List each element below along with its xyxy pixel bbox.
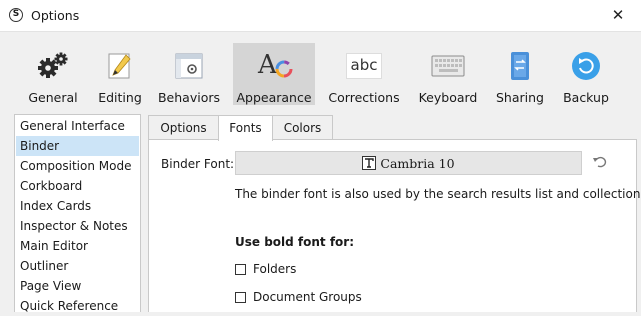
sidebar-item-corkboard[interactable]: Corkboard bbox=[16, 176, 139, 196]
toolbar-general-button[interactable]: General bbox=[24, 43, 82, 105]
binder-font-label: Binder Font: bbox=[161, 157, 235, 171]
abc-icon: abc bbox=[346, 50, 382, 82]
tab-options[interactable]: Options bbox=[148, 115, 219, 139]
pencil-icon bbox=[106, 50, 134, 82]
binder-font-value: Cambria 10 bbox=[380, 155, 455, 171]
toolbar-label: Corrections bbox=[328, 90, 400, 105]
toolbar-behaviors-button[interactable]: Behaviors bbox=[157, 43, 221, 105]
sidebar-item-quick-reference[interactable]: Quick Reference bbox=[16, 296, 139, 316]
toolbar-label: Sharing bbox=[496, 90, 544, 105]
toolbar-keyboard-button[interactable]: Keyboard bbox=[417, 43, 479, 105]
sidebar-item-general-interface[interactable]: General Interface bbox=[16, 116, 139, 136]
folders-label: Folders bbox=[253, 262, 297, 276]
document-groups-option[interactable]: Document Groups bbox=[235, 290, 362, 304]
sidebar-item-inspector-notes[interactable]: Inspector & Notes bbox=[16, 216, 139, 236]
binder-font-picker[interactable]: Cambria 10 bbox=[235, 151, 582, 175]
toolbar-editing-button[interactable]: Editing bbox=[95, 43, 145, 105]
title-bar: S Options ✕ bbox=[0, 0, 641, 32]
sidebar-item-composition-mode[interactable]: Composition Mode bbox=[16, 156, 139, 176]
document-groups-checkbox[interactable] bbox=[235, 291, 246, 303]
toolbar-corrections-button[interactable]: abc Corrections bbox=[328, 43, 400, 105]
toolbar-label: General bbox=[28, 90, 78, 105]
options-toolbar: General Editing Behaviors A Appearance a… bbox=[0, 32, 641, 108]
sidebar-item-outliner[interactable]: Outliner bbox=[16, 256, 139, 276]
bold-font-heading: Use bold font for: bbox=[235, 235, 355, 249]
font-icon bbox=[362, 156, 377, 170]
sidebar-item-index-cards[interactable]: Index Cards bbox=[16, 196, 139, 216]
tab-fonts[interactable]: Fonts bbox=[218, 115, 273, 141]
close-button[interactable]: ✕ bbox=[595, 0, 641, 31]
gears-icon bbox=[36, 50, 70, 82]
toolbar-label: Backup bbox=[563, 90, 609, 105]
window-title: Options bbox=[31, 8, 80, 23]
toolbar-label: Appearance bbox=[236, 90, 312, 105]
toolbar-sharing-button[interactable]: Sharing bbox=[494, 43, 546, 105]
options-sidebar: General Interface Binder Composition Mod… bbox=[14, 114, 141, 313]
sidebar-item-main-editor[interactable]: Main Editor bbox=[16, 236, 139, 256]
binder-font-note: The binder font is also used by the sear… bbox=[235, 187, 641, 201]
backup-icon bbox=[571, 50, 601, 82]
sidebar-item-page-view[interactable]: Page View bbox=[16, 276, 139, 296]
toolbar-label: Keyboard bbox=[418, 90, 478, 105]
toolbar-appearance-button[interactable]: A Appearance bbox=[233, 43, 315, 105]
toolbar-backup-button[interactable]: Backup bbox=[562, 43, 610, 105]
document-groups-label: Document Groups bbox=[253, 290, 362, 304]
app-logo-icon: S bbox=[9, 8, 23, 22]
keyboard-icon bbox=[431, 50, 465, 82]
toolbar-label: Editing bbox=[98, 90, 142, 105]
sharing-icon bbox=[508, 50, 532, 82]
fonts-panel: Binder Font: Cambria 10 The binder font … bbox=[148, 139, 641, 312]
window-gear-icon bbox=[174, 50, 204, 82]
appearance-icon: A bbox=[254, 50, 294, 82]
toolbar-label: Behaviors bbox=[157, 90, 221, 105]
folders-checkbox[interactable] bbox=[235, 263, 246, 275]
tab-colors[interactable]: Colors bbox=[272, 115, 333, 139]
abc-box: abc bbox=[346, 53, 382, 79]
sidebar-item-binder[interactable]: Binder bbox=[16, 136, 139, 156]
folders-option[interactable]: Folders bbox=[235, 262, 296, 276]
reset-font-icon[interactable] bbox=[592, 154, 608, 171]
